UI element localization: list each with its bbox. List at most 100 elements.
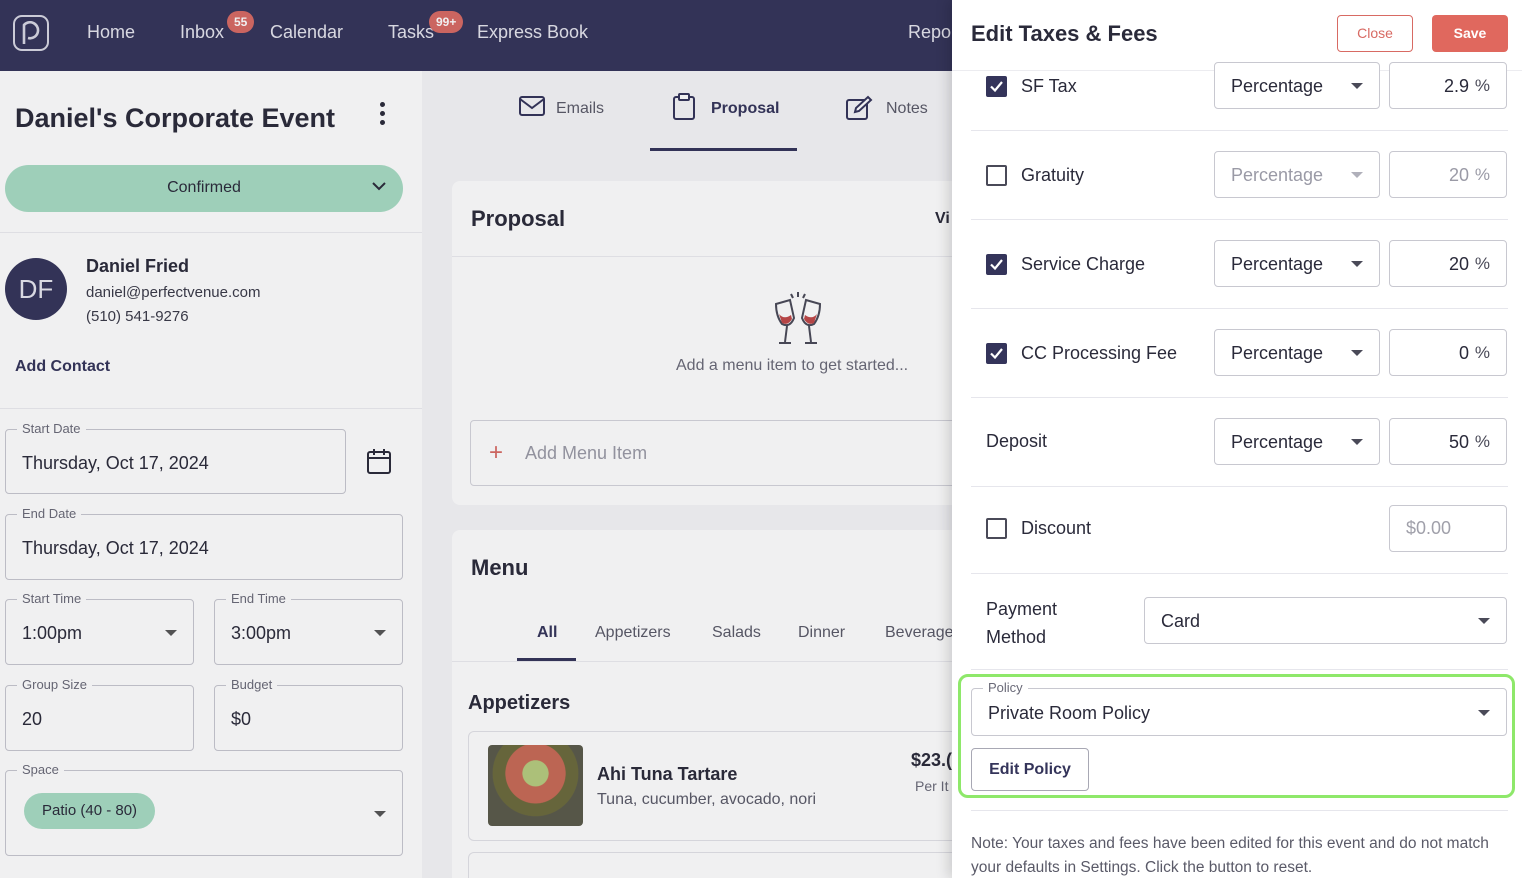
- row-divider: [971, 130, 1508, 131]
- nav-express-book[interactable]: Express Book: [477, 22, 588, 43]
- tab-proposal[interactable]: Proposal: [711, 100, 779, 118]
- policy-label: Policy: [983, 680, 1028, 695]
- row-divider: [971, 573, 1508, 574]
- start-date-label: Start Date: [17, 421, 86, 436]
- contact-email[interactable]: daniel@perfectvenue.com: [86, 284, 261, 301]
- nav-tasks[interactable]: Tasks: [388, 22, 434, 43]
- menu-item-price: $23.(: [911, 750, 953, 770]
- edit-policy-button[interactable]: Edit Policy: [971, 748, 1089, 791]
- cc-fee-amount-value: 0: [1458, 343, 1469, 363]
- status-dropdown[interactable]: Confirmed: [5, 165, 403, 212]
- percent-unit: %: [1474, 254, 1490, 273]
- gratuity-checkbox[interactable]: [986, 165, 1007, 186]
- row-divider: [971, 308, 1508, 309]
- caret-down-icon: [374, 811, 386, 817]
- divider: [452, 661, 952, 662]
- space-chip[interactable]: Patio (40 - 80): [24, 793, 156, 829]
- plus-icon: +: [489, 439, 504, 466]
- menu-item-card[interactable]: [468, 852, 968, 878]
- sf-tax-type-value: Percentage: [1231, 76, 1324, 96]
- add-contact-link[interactable]: Add Contact: [15, 358, 110, 376]
- menu-tab-all[interactable]: All: [537, 624, 557, 642]
- sf-tax-type-select[interactable]: Percentage: [1214, 62, 1380, 109]
- space-select[interactable]: Space Patio (40 - 80): [5, 762, 403, 856]
- service-charge-amount-input[interactable]: 20 %: [1389, 240, 1507, 287]
- more-options-icon[interactable]: [377, 102, 387, 128]
- calendar-icon[interactable]: [366, 447, 392, 475]
- sf-tax-amount-input[interactable]: 2.9 %: [1389, 62, 1507, 109]
- menu-section-title: Appetizers: [468, 692, 571, 714]
- menu-tab-appetizers[interactable]: Appetizers: [595, 624, 671, 642]
- close-button[interactable]: Close: [1337, 15, 1413, 52]
- policy-select[interactable]: Policy Private Room Policy: [971, 680, 1507, 736]
- gratuity-amount-input[interactable]: 20 %: [1389, 151, 1507, 198]
- space-label: Space: [17, 762, 64, 777]
- budget-field[interactable]: Budget $0: [214, 677, 403, 751]
- service-charge-amount-value: 20: [1448, 254, 1469, 274]
- menu-item-name: Ahi Tuna Tartare: [597, 764, 738, 784]
- service-charge-type-select[interactable]: Percentage: [1214, 240, 1380, 287]
- start-time-select[interactable]: Start Time 1:00pm: [5, 591, 194, 665]
- cc-fee-type-select[interactable]: Percentage: [1214, 329, 1380, 376]
- menu-tab-salads[interactable]: Salads: [712, 624, 761, 642]
- gratuity-amount-value: 20: [1448, 165, 1469, 185]
- group-size-label: Group Size: [17, 677, 93, 692]
- caret-down-icon: [1351, 261, 1363, 267]
- sf-tax-checkbox[interactable]: [986, 76, 1007, 97]
- add-menu-item-button[interactable]: + Add Menu Item: [470, 420, 970, 486]
- save-button[interactable]: Save: [1432, 15, 1508, 52]
- sf-tax-label: SF Tax: [1021, 76, 1077, 96]
- payment-method-select[interactable]: Card: [1144, 597, 1507, 644]
- divider: [0, 408, 422, 409]
- cheers-glasses-icon: [774, 292, 822, 344]
- cc-fee-label: CC Processing Fee: [1021, 343, 1178, 363]
- percent-unit: %: [1474, 76, 1490, 95]
- row-divider: [971, 219, 1508, 220]
- payment-method-label-line2: Method: [986, 627, 1047, 647]
- deposit-amount-input[interactable]: 50 %: [1389, 418, 1507, 465]
- discount-label: Discount: [1021, 518, 1092, 538]
- email-icon: [519, 96, 545, 116]
- cc-fee-checkbox[interactable]: [986, 343, 1007, 364]
- nav-home[interactable]: Home: [87, 22, 135, 43]
- discount-input[interactable]: [1389, 505, 1507, 552]
- end-time-select[interactable]: End Time 3:00pm: [214, 591, 403, 665]
- menu-tab-beverage[interactable]: Beverage: [885, 624, 954, 642]
- clipboard-icon: [673, 93, 695, 120]
- percent-unit: %: [1474, 432, 1490, 451]
- payment-method-label: Payment Method: [986, 595, 1057, 651]
- proposal-title: Proposal: [471, 206, 566, 231]
- divider: [452, 256, 952, 257]
- view-link[interactable]: Vi: [935, 210, 950, 228]
- active-tab-indicator: [650, 148, 797, 151]
- service-charge-checkbox[interactable]: [986, 254, 1007, 275]
- gratuity-type-select[interactable]: Percentage: [1214, 151, 1380, 198]
- nav-reports[interactable]: Repo: [908, 22, 951, 43]
- menu-tab-dinner[interactable]: Dinner: [798, 624, 845, 642]
- nav-calendar[interactable]: Calendar: [270, 22, 343, 43]
- deposit-type-select[interactable]: Percentage: [1214, 418, 1380, 465]
- chevron-down-icon: [372, 182, 386, 191]
- edit-note-icon: [846, 95, 873, 120]
- proposal-empty-text: Add a menu item to get started...: [676, 357, 909, 374]
- discount-checkbox[interactable]: [986, 518, 1007, 539]
- menu-title: Menu: [471, 555, 529, 580]
- end-date-field[interactable]: End Date Thursday, Oct 17, 2024: [5, 506, 403, 580]
- start-date-field[interactable]: Start Date Thursday, Oct 17, 2024: [5, 421, 346, 494]
- app-logo-icon[interactable]: [13, 15, 49, 51]
- tasks-badge: 99+: [429, 11, 464, 33]
- contact-phone[interactable]: (510) 541-9276: [86, 308, 189, 325]
- row-divider: [971, 669, 1508, 670]
- nav-inbox[interactable]: Inbox: [180, 22, 224, 43]
- percent-unit: %: [1474, 343, 1490, 362]
- menu-item-unit: Per It: [915, 778, 949, 794]
- group-size-field[interactable]: Group Size 20: [5, 677, 194, 751]
- start-date-value: Thursday, Oct 17, 2024: [22, 453, 209, 473]
- policy-value: Private Room Policy: [988, 703, 1151, 723]
- divider: [0, 232, 422, 233]
- cc-fee-amount-input[interactable]: 0 %: [1389, 329, 1507, 376]
- caret-down-icon: [1351, 439, 1363, 445]
- tab-notes[interactable]: Notes: [886, 100, 928, 118]
- service-charge-label: Service Charge: [1021, 254, 1146, 274]
- tab-emails[interactable]: Emails: [556, 100, 604, 118]
